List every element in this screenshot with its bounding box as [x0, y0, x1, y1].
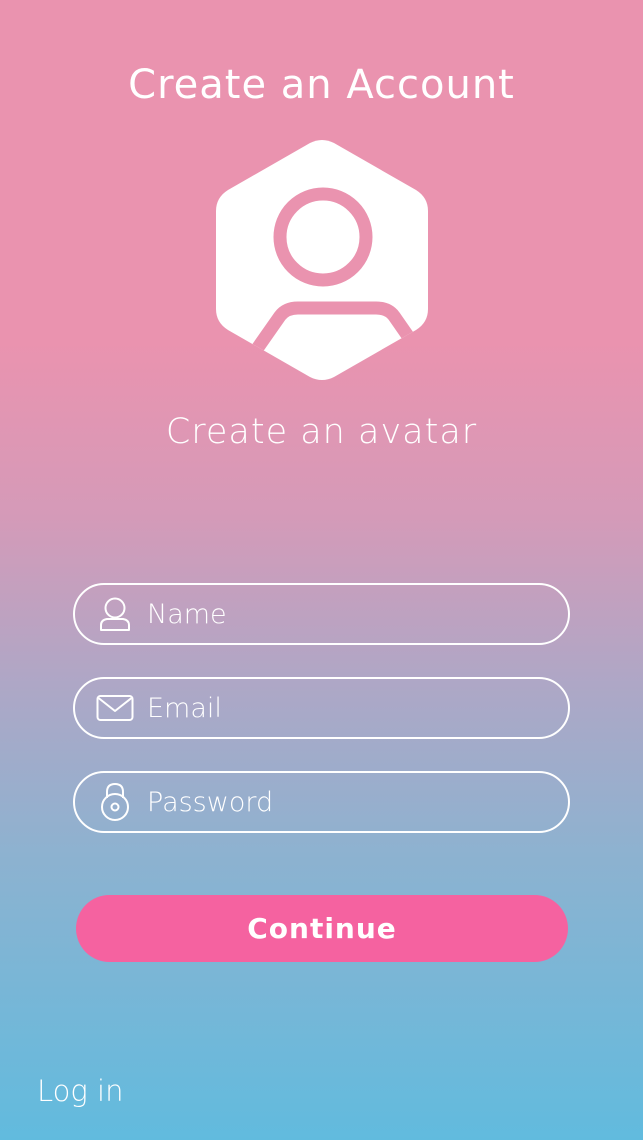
email-field[interactable]: [73, 677, 570, 739]
avatar-label[interactable]: Create an avatar: [0, 412, 643, 452]
password-field[interactable]: [73, 771, 570, 833]
password-input[interactable]: [147, 786, 527, 818]
email-input[interactable]: [147, 692, 527, 724]
user-avatar-hexagon-icon: [216, 140, 428, 380]
login-link[interactable]: Log in: [37, 1074, 123, 1108]
name-input[interactable]: [147, 598, 527, 630]
lock-icon: [93, 780, 137, 824]
envelope-icon: [93, 686, 137, 730]
user-icon: [93, 592, 137, 636]
avatar-picker[interactable]: [210, 136, 434, 384]
page-title: Create an Account: [128, 62, 515, 108]
name-field[interactable]: [73, 583, 570, 645]
continue-button[interactable]: Continue: [76, 895, 568, 962]
